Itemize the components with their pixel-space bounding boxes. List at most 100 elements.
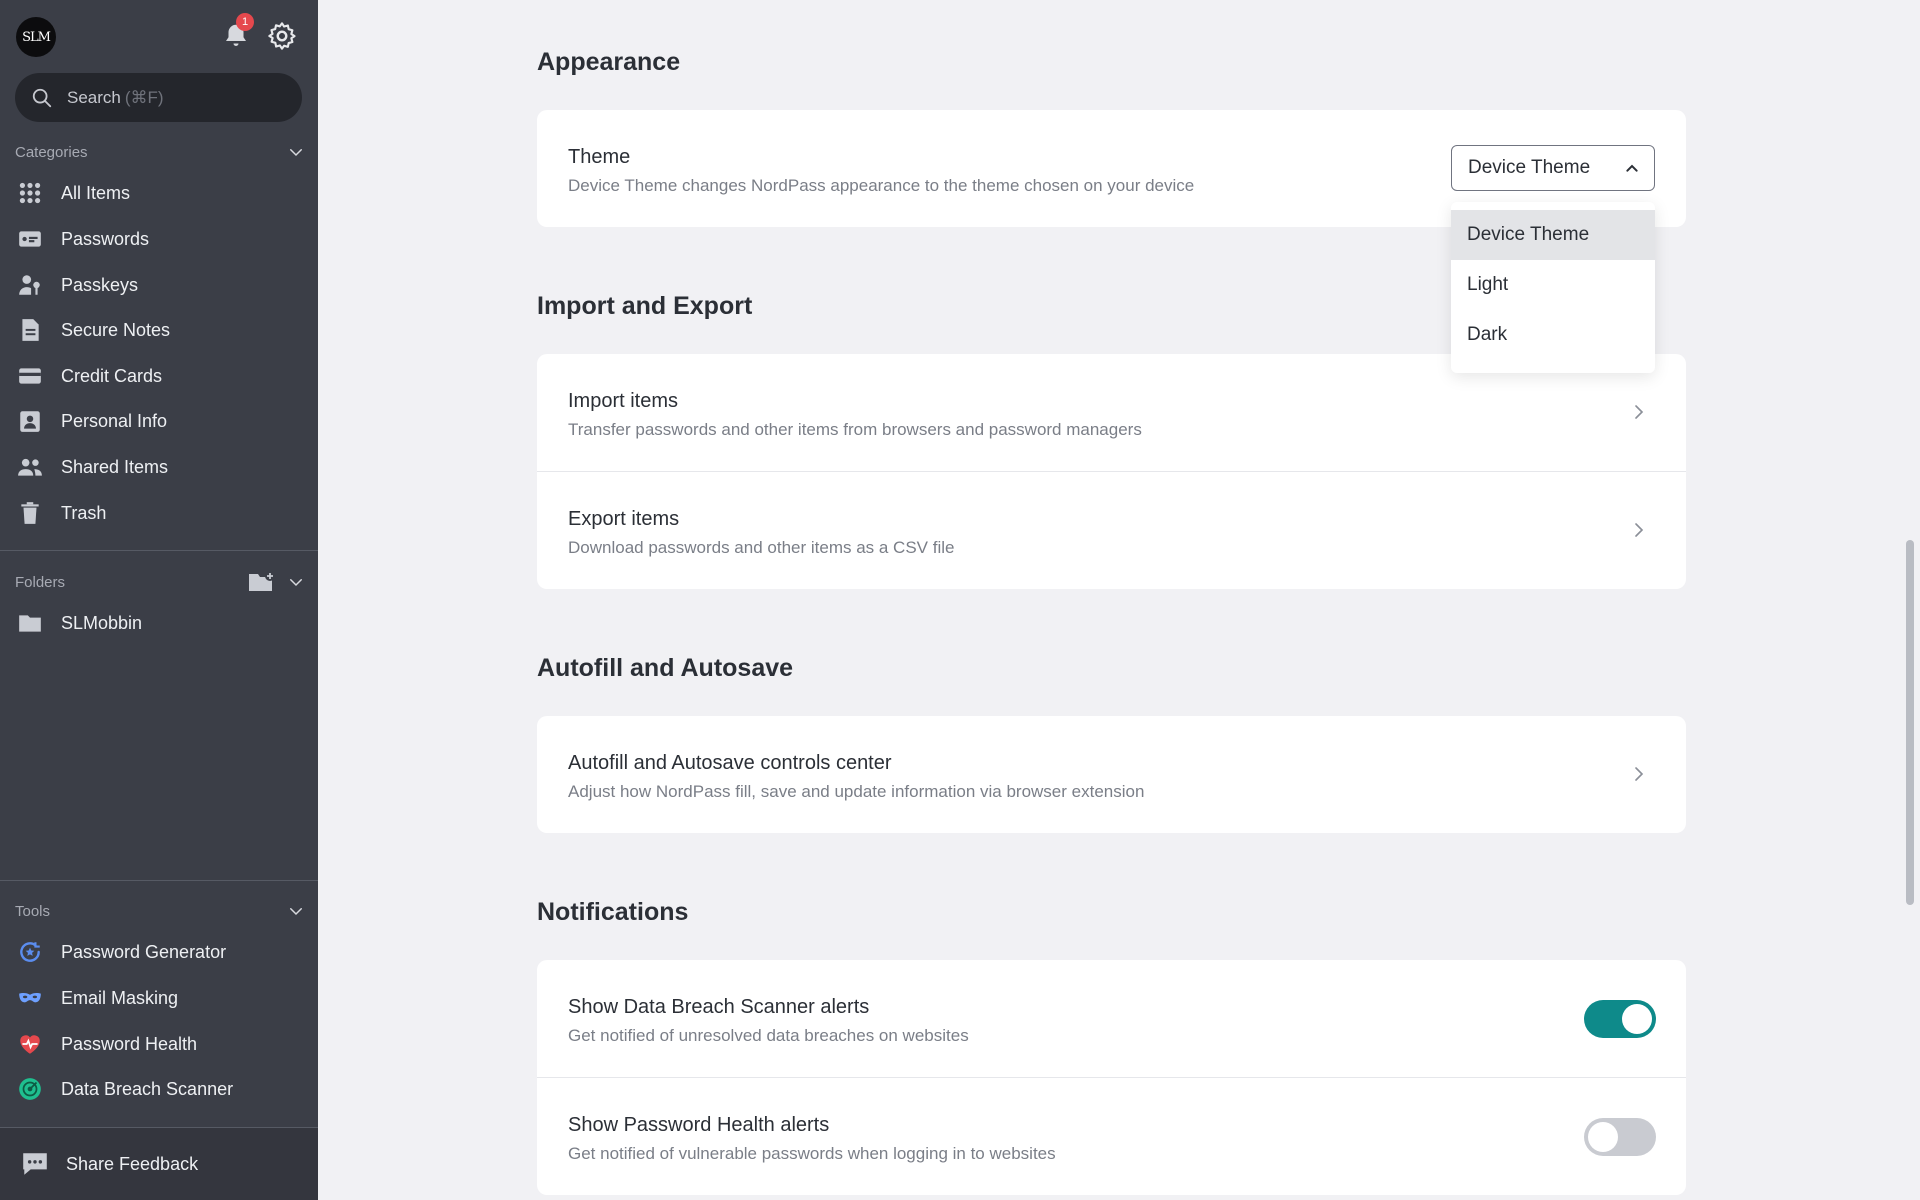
theme-title: Theme <box>568 146 631 168</box>
export-items-description: Download passwords and other items as a … <box>568 538 955 557</box>
autofill-heading: Autofill and Autosave <box>537 654 794 682</box>
autofill-card: Autofill and Autosave controls center Ad… <box>537 716 1686 833</box>
sidebar-item-shared-items[interactable]: Shared Items <box>15 447 305 487</box>
autofill-controls-title: Autofill and Autosave controls center <box>568 752 892 774</box>
grid-icon <box>19 182 41 204</box>
categories-heading: Categories <box>15 143 88 161</box>
theme-select-value: Device Theme <box>1468 157 1591 178</box>
categories-header[interactable]: Categories <box>15 140 305 164</box>
search-input[interactable]: Search (⌘F) <box>15 73 302 122</box>
password-health-alerts-row: Show Password Health alerts Get notified… <box>537 1077 1686 1194</box>
sidebar: SLM 1 Search (⌘F) Categories All Items Pa… <box>0 0 318 1200</box>
notification-badge: 1 <box>236 13 254 31</box>
theme-description: Device Theme changes NordPass appearance… <box>568 176 1195 195</box>
sidebar-item-email-masking[interactable]: Email Masking <box>15 978 305 1018</box>
sidebar-item-credit-cards[interactable]: Credit Cards <box>15 356 305 396</box>
autofill-controls-description: Adjust how NordPass fill, save and updat… <box>568 782 1145 801</box>
sidebar-item-personal-info[interactable]: Personal Info <box>15 401 305 441</box>
passkey-icon <box>19 275 40 295</box>
search-icon <box>32 88 52 107</box>
heart-pulse-icon <box>20 1035 40 1054</box>
sidebar-item-password-generator[interactable]: Password Generator <box>15 932 305 972</box>
notifications-heading: Notifications <box>537 898 689 926</box>
sidebar-item-label: All Items <box>61 182 131 203</box>
autofill-controls-row[interactable]: Autofill and Autosave controls center Ad… <box>537 716 1686 833</box>
theme-option-light[interactable]: Light <box>1451 260 1655 310</box>
appearance-heading: Appearance <box>537 48 681 76</box>
notifications-card: Show Data Breach Scanner alerts Get noti… <box>537 960 1686 1195</box>
sidebar-item-label: Secure Notes <box>61 319 171 340</box>
avatar[interactable]: SLM <box>16 17 56 57</box>
sidebar-item-label: Trash <box>61 502 107 523</box>
theme-option-device-theme[interactable]: Device Theme <box>1451 210 1655 260</box>
tools-heading: Tools <box>15 902 51 920</box>
password-health-alerts-toggle[interactable] <box>1584 1118 1656 1156</box>
password-generator-icon <box>20 942 40 962</box>
theme-select[interactable]: Device Theme <box>1451 145 1655 191</box>
radar-icon <box>19 1078 41 1100</box>
sidebar-item-password-health[interactable]: Password Health <box>15 1024 305 1064</box>
sidebar-item-data-breach-scanner[interactable]: Data Breach Scanner <box>15 1069 305 1109</box>
sidebar-item-label: Passkeys <box>61 274 139 295</box>
tools-header[interactable]: Tools <box>15 899 305 923</box>
add-folder-icon[interactable] <box>247 570 277 594</box>
chevron-down-icon[interactable] <box>287 573 305 591</box>
chevron-up-icon <box>1626 164 1638 172</box>
folders-header[interactable]: Folders <box>15 570 305 594</box>
folder-icon <box>19 615 41 632</box>
mask-icon <box>19 992 41 1003</box>
personal-info-icon <box>20 411 40 432</box>
data-breach-alerts-description: Get notified of unresolved data breaches… <box>568 1026 969 1045</box>
export-items-row[interactable]: Export items Download passwords and othe… <box>537 471 1686 588</box>
toggle-knob <box>1622 1004 1652 1034</box>
toggle-knob <box>1588 1122 1618 1152</box>
import-items-description: Transfer passwords and other items from … <box>568 420 1142 439</box>
search-placeholder: Search (⌘F) <box>67 87 164 107</box>
sidebar-item-label: Passwords <box>61 228 150 249</box>
sidebar-item-passwords[interactable]: Passwords <box>15 219 305 259</box>
chevron-down-icon[interactable] <box>287 143 305 161</box>
settings-main: Appearance Theme Device Theme changes No… <box>318 0 1902 1200</box>
password-health-alerts-title: Show Password Health alerts <box>568 1114 830 1136</box>
sidebar-divider <box>0 550 318 551</box>
sidebar-item-label: Shared Items <box>61 456 169 477</box>
sidebar-item-label: Email Masking <box>61 987 179 1008</box>
chevron-right-icon <box>1635 523 1644 537</box>
data-breach-alerts-row: Show Data Breach Scanner alerts Get noti… <box>537 960 1686 1077</box>
import-items-title: Import items <box>568 390 679 412</box>
data-breach-alerts-title: Show Data Breach Scanner alerts <box>568 996 870 1018</box>
chevron-down-icon[interactable] <box>287 902 305 920</box>
sidebar-item-all-items[interactable]: All Items <box>15 173 305 213</box>
sidebar-item-folder-slmobbin[interactable]: SLMobbin <box>15 603 305 643</box>
sidebar-item-label: Password Generator <box>61 941 227 962</box>
sidebar-item-label: Data Breach Scanner <box>61 1078 234 1099</box>
gear-icon[interactable] <box>266 20 298 52</box>
share-feedback-label: Share Feedback <box>66 1153 199 1174</box>
export-items-title: Export items <box>568 508 680 530</box>
sidebar-divider <box>0 880 318 881</box>
trash-icon <box>21 502 39 524</box>
sidebar-item-label: Password Health <box>61 1033 198 1054</box>
share-feedback-button[interactable]: Share Feedback <box>0 1127 318 1200</box>
data-breach-alerts-toggle[interactable] <box>1584 1000 1656 1038</box>
sidebar-item-label: Credit Cards <box>61 365 163 386</box>
chevron-right-icon <box>1635 405 1644 419</box>
chat-icon <box>23 1153 47 1175</box>
chevron-right-icon <box>1635 767 1644 781</box>
import-export-card: Import items Transfer passwords and othe… <box>537 354 1686 589</box>
import-export-heading: Import and Export <box>537 292 753 320</box>
users-icon <box>18 458 42 476</box>
sidebar-item-passkeys[interactable]: Passkeys <box>15 265 305 305</box>
password-icon <box>19 231 41 247</box>
sidebar-item-trash[interactable]: Trash <box>15 493 305 533</box>
password-health-alerts-description: Get notified of vulnerable passwords whe… <box>568 1144 1056 1163</box>
sidebar-item-label: Personal Info <box>61 410 168 431</box>
note-icon <box>22 319 39 341</box>
theme-option-dark[interactable]: Dark <box>1451 310 1655 360</box>
sidebar-item-label: SLMobbin <box>61 612 143 633</box>
scrollbar[interactable] <box>1906 540 1914 905</box>
sidebar-header: SLM 1 <box>0 0 318 70</box>
credit-card-icon <box>19 368 41 384</box>
folders-heading: Folders <box>15 573 66 591</box>
sidebar-item-secure-notes[interactable]: Secure Notes <box>15 310 305 350</box>
